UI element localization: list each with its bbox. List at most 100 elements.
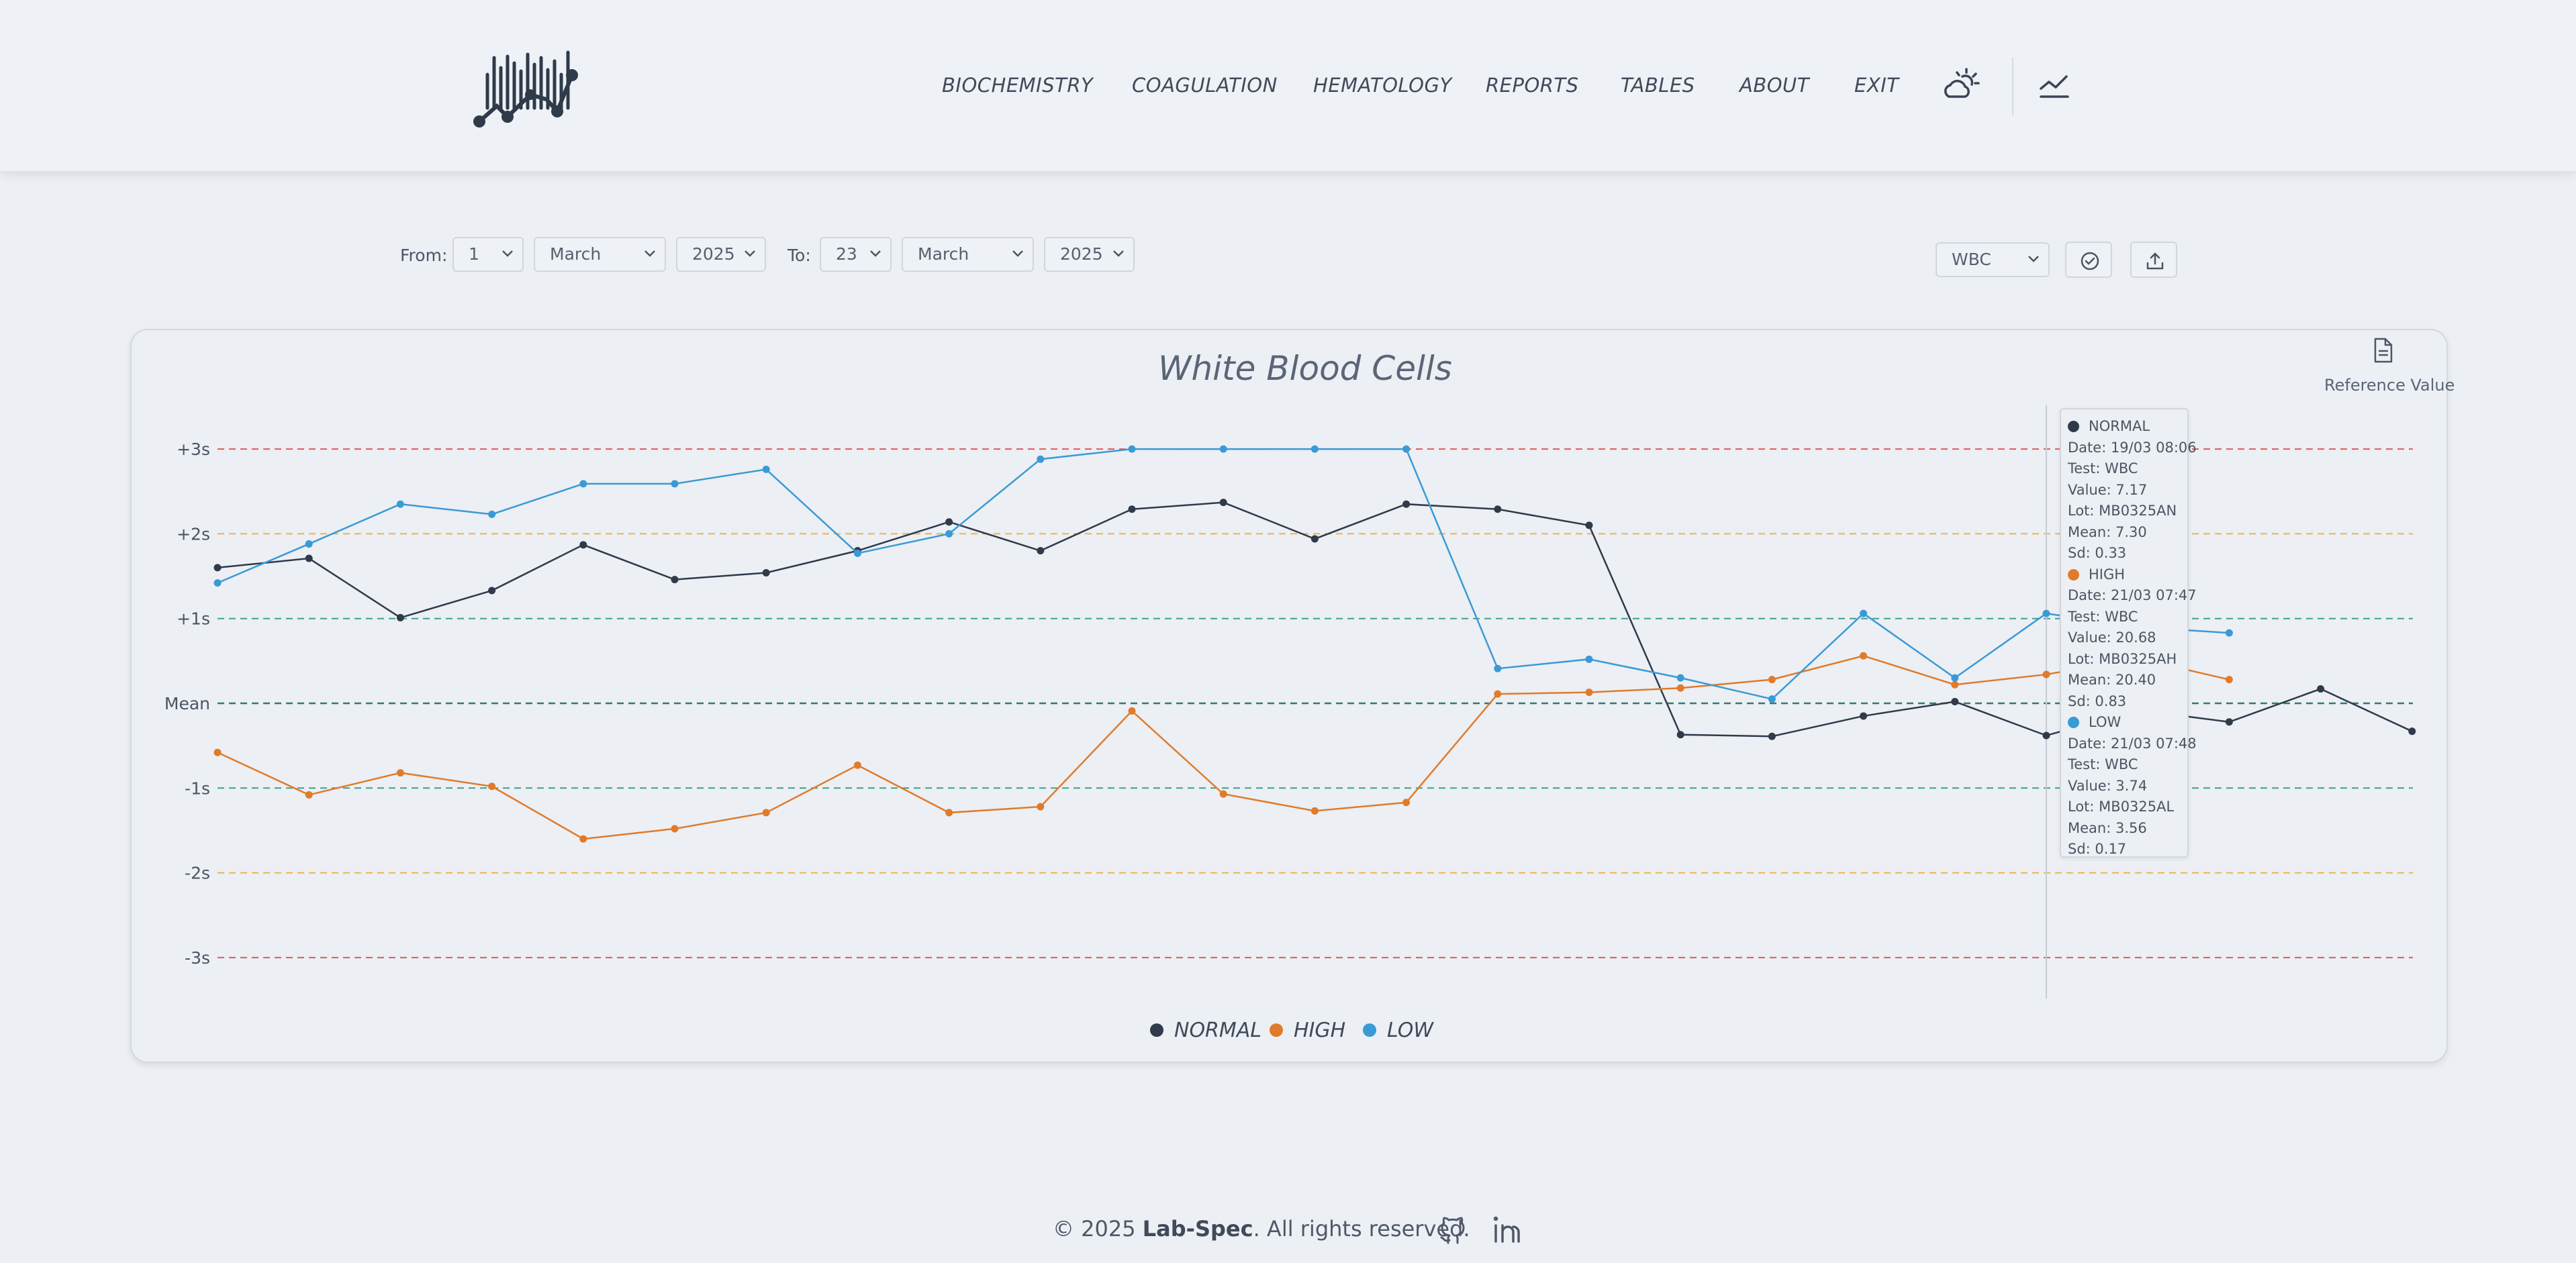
data-point-high <box>488 782 496 791</box>
tooltip-line: Lot: MB0325AL <box>2068 799 2175 815</box>
data-point-low <box>1402 445 1411 453</box>
data-point-low <box>488 510 496 518</box>
data-point-normal <box>1768 732 1776 740</box>
tooltip-series-name: HIGH <box>2089 566 2126 583</box>
data-point-low <box>1768 695 1776 703</box>
tooltip-line: Date: 21/03 07:48 <box>2068 735 2197 752</box>
data-point-low <box>1310 445 1319 453</box>
legend-label: HIGH <box>1294 1019 1346 1042</box>
qc-chart: +3s +2s +1s Mean -1s -2s -3s <box>164 405 2416 999</box>
data-point-normal <box>396 613 404 621</box>
data-point-low <box>671 480 679 488</box>
data-point-high <box>213 748 222 756</box>
y-tick-label: -3s <box>185 948 210 968</box>
data-point-normal <box>2408 727 2416 736</box>
legend-item-low[interactable]: LOW <box>1363 1019 1433 1042</box>
data-point-normal <box>1494 505 1502 513</box>
data-point-normal <box>488 587 496 595</box>
data-point-low <box>305 540 313 548</box>
data-point-normal <box>1219 499 1227 507</box>
legend-dot-high <box>1270 1023 1283 1037</box>
data-point-low <box>579 480 587 488</box>
data-point-high <box>1585 689 1593 697</box>
y-tick-label: +2s <box>177 524 210 544</box>
tooltip-line: Lot: MB0325AH <box>2068 650 2177 667</box>
tooltip-line: Value: 7.17 <box>2068 481 2148 498</box>
tooltip-line: Mean: 20.40 <box>2068 672 2156 688</box>
data-point-high <box>1402 799 1411 807</box>
data-point-high <box>1219 790 1227 798</box>
data-point-normal <box>762 568 770 576</box>
data-point-high <box>1037 803 1045 811</box>
data-point-normal <box>1860 712 1868 720</box>
data-point-high <box>762 809 770 817</box>
data-point-low <box>396 500 404 508</box>
data-point-low <box>1219 445 1227 453</box>
y-tick-label: +1s <box>177 609 210 629</box>
tooltip-line: Sd: 0.33 <box>2068 545 2127 561</box>
data-point-low <box>1494 664 1502 672</box>
data-point-high <box>1951 680 1959 689</box>
tooltip-line: Mean: 7.30 <box>2068 523 2147 540</box>
data-point-high <box>1310 807 1319 815</box>
data-point-normal <box>2225 718 2233 726</box>
legend-item-high[interactable]: HIGH <box>1270 1019 1345 1042</box>
data-point-low <box>213 579 222 587</box>
data-point-low <box>762 465 770 473</box>
data-point-low <box>2042 609 2050 617</box>
data-point-normal <box>1585 521 1593 529</box>
data-point-high <box>2042 670 2050 678</box>
tooltip-dot-low <box>2068 717 2079 728</box>
data-point-low <box>1860 609 1868 617</box>
tooltip-dot-high <box>2068 568 2079 580</box>
tooltip-line: Value: 3.74 <box>2068 777 2148 794</box>
data-point-low <box>1585 655 1593 663</box>
tooltip-line: Date: 21/03 07:47 <box>2068 587 2197 603</box>
tooltip-line: Test: WBC <box>2068 756 2138 772</box>
footer-prefix: © 2025 <box>1053 1216 1143 1242</box>
data-point-high <box>945 809 953 817</box>
tooltip-series-normal: NORMAL <box>2068 416 2187 438</box>
tooltip-line: Mean: 3.56 <box>2068 819 2147 836</box>
tooltip-line: Date: 19/03 08:06 <box>2068 439 2197 456</box>
data-point-normal <box>305 554 313 562</box>
series-line-high <box>217 654 2230 840</box>
legend-dot-normal <box>1150 1023 1163 1037</box>
data-point-normal <box>1037 547 1045 555</box>
data-point-normal <box>213 564 222 572</box>
data-point-normal <box>1951 697 1959 705</box>
legend-label: LOW <box>1387 1019 1434 1042</box>
y-tick-label: -1s <box>185 778 210 798</box>
tooltip-line: Value: 20.68 <box>2068 629 2156 646</box>
data-point-normal <box>1676 731 1684 739</box>
data-point-high <box>1768 676 1776 684</box>
tooltip-line: Sd: 0.83 <box>2068 693 2127 709</box>
data-point-high <box>1128 707 1136 715</box>
legend-item-normal[interactable]: NORMAL <box>1150 1019 1261 1042</box>
data-point-normal <box>2317 685 2325 693</box>
data-point-high <box>671 825 679 833</box>
data-point-normal <box>1128 505 1136 513</box>
tooltip-series-name: NORMAL <box>2089 418 2150 434</box>
legend-dot-low <box>1363 1023 1376 1037</box>
data-point-high <box>396 769 404 777</box>
data-point-normal <box>579 541 587 549</box>
linkedin-icon[interactable] <box>1492 1215 1521 1244</box>
data-point-high <box>2225 676 2233 684</box>
tooltip-series-low: LOW <box>2068 712 2187 734</box>
data-point-high <box>579 835 587 843</box>
tooltip-line: Sd: 0.17 <box>2068 841 2127 857</box>
data-point-normal <box>1310 535 1319 543</box>
y-tick-label: +3s <box>177 440 210 459</box>
legend-label: NORMAL <box>1174 1019 1262 1042</box>
data-point-high <box>1494 690 1502 698</box>
data-point-normal <box>2042 731 2050 740</box>
data-point-low <box>853 549 861 557</box>
data-point-low <box>2225 629 2233 637</box>
footer-text: © 2025 Lab-Spec. All rights reserved. <box>1053 1216 1470 1242</box>
github-icon[interactable] <box>1439 1215 1468 1244</box>
data-point-low <box>945 529 953 538</box>
tooltip-dot-normal <box>2068 421 2079 432</box>
data-point-low <box>1037 455 1045 463</box>
data-point-low <box>1676 674 1684 682</box>
